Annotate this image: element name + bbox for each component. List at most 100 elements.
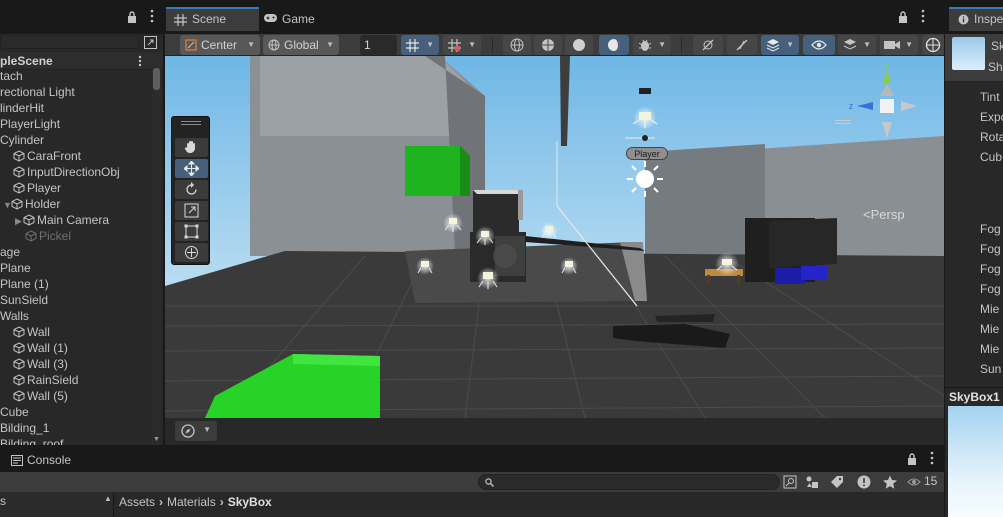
hierarchy-item[interactable]: rectional Light [0, 84, 151, 100]
pivot-label: Center [201, 38, 238, 52]
increment-snap-button[interactable]: ▼ [443, 35, 481, 55]
hierarchy-item-label: tach [0, 69, 23, 83]
hand-tool-button[interactable] [175, 138, 208, 157]
hierarchy-item-label: Cube [0, 405, 29, 419]
warning-icon[interactable] [856, 474, 872, 490]
kebab-menu-icon[interactable] [920, 9, 926, 23]
kebab-menu-icon[interactable] [149, 9, 155, 23]
scene-name: pleScene [0, 54, 53, 68]
grid-snap-icon [406, 39, 419, 52]
hierarchy-item-label: Player [27, 181, 62, 195]
lit-shading-button[interactable] [599, 35, 629, 55]
wireframe-shading-button[interactable] [503, 35, 531, 55]
shaded-wireframe-button[interactable] [534, 35, 562, 55]
hierarchy-item[interactable]: Cube [0, 404, 151, 420]
scene-view-panel: Scene Game Center ▼ Global ▼ 1 ▼ ▼ ▼ ▼ ▼… [165, 0, 944, 445]
camera-settings-button[interactable]: ▼ [880, 35, 918, 55]
transform-tool-button[interactable] [175, 243, 208, 262]
perspective-label[interactable]: <Persp [863, 207, 905, 222]
hierarchy-item[interactable]: Cylinder [0, 132, 151, 148]
chevron-down-icon: ▼ [203, 425, 211, 434]
star-icon[interactable] [882, 474, 898, 490]
skybox-preview[interactable] [948, 406, 1003, 517]
lock-icon[interactable] [898, 11, 908, 23]
chevron-down-icon: ▼ [468, 40, 476, 49]
2d-toggle-button[interactable] [693, 35, 723, 55]
hierarchy-scrollbar[interactable]: ▼ [152, 68, 161, 445]
navigation-dropdown[interactable]: ▼ [175, 421, 217, 441]
hierarchy-item[interactable]: Plane [0, 260, 151, 276]
tab-scene[interactable]: Scene [166, 7, 259, 31]
gizmo-globe-icon [925, 37, 941, 53]
hierarchy-item[interactable]: age [0, 244, 151, 260]
hierarchy-search-input[interactable] [0, 35, 139, 49]
scene-visibility-button[interactable] [803, 35, 835, 55]
hierarchy-item[interactable]: Player [0, 180, 151, 196]
hierarchy-item[interactable]: RainSield [0, 372, 151, 388]
search-by-type-icon[interactable] [782, 474, 798, 490]
hierarchy-item[interactable]: ▼ Holder [0, 196, 151, 212]
hierarchy-item[interactable]: SunSield [0, 292, 151, 308]
debug-draw-button[interactable]: ▼ [633, 35, 671, 55]
hierarchy-item[interactable]: Plane (1) [0, 276, 151, 292]
effects-toggle-button[interactable]: ▼ [761, 35, 799, 55]
add-object-icon[interactable] [144, 36, 157, 49]
gizmos-button[interactable] [922, 35, 944, 55]
hierarchy-item[interactable]: Wall [0, 324, 151, 340]
space-dropdown[interactable]: Global ▼ [263, 35, 339, 55]
collapse-arrow-icon[interactable]: ▼ [3, 197, 12, 213]
tab-inspector[interactable]: Inspe [949, 7, 1003, 31]
folder-label[interactable]: s [0, 494, 6, 508]
property-label: Fog [980, 262, 1001, 276]
hierarchy-item[interactable]: tach [0, 68, 151, 84]
hierarchy-item[interactable]: Wall (3) [0, 356, 151, 372]
expand-arrow-icon[interactable]: ▶ [15, 213, 23, 229]
project-search-input[interactable] [478, 474, 780, 490]
tag-icon[interactable] [829, 474, 845, 490]
breadcrumb-item[interactable]: Materials [167, 495, 216, 509]
hierarchy-item[interactable]: CaraFront [0, 148, 151, 164]
hierarchy-item[interactable]: Bilding_1 [0, 420, 151, 436]
material-name: Sk [991, 39, 1003, 53]
tab-console[interactable]: Console [0, 449, 90, 472]
hierarchy-item[interactable]: Wall (1) [0, 340, 151, 356]
snap-value-input[interactable]: 1 [360, 35, 397, 55]
pivot-icon [185, 39, 197, 51]
scene-viewport[interactable]: y z Player <Persp [165, 56, 944, 418]
rotate-tool-button[interactable] [175, 180, 208, 199]
chevron-down-icon: ▼ [658, 40, 666, 49]
hidden-packages-icon[interactable] [907, 474, 921, 490]
scene-render[interactable]: y z [165, 56, 944, 418]
breadcrumb-item[interactable]: Assets [119, 495, 155, 509]
lock-icon[interactable] [907, 453, 917, 465]
hierarchy-item[interactable]: ▶ Main Camera [0, 212, 151, 228]
overlay-grip[interactable] [181, 121, 201, 125]
wireframe-sphere-icon [510, 38, 524, 52]
kebab-menu-icon[interactable] [929, 451, 935, 465]
hierarchy-item-label: Holder [25, 197, 61, 211]
unlit-shading-button[interactable] [565, 35, 593, 55]
sun-gizmo[interactable] [627, 161, 663, 197]
hierarchy-item[interactable]: InputDirectionObj [0, 164, 151, 180]
hierarchy-item[interactable]: Walls [0, 308, 151, 324]
scene-kebab-icon[interactable] [137, 55, 143, 67]
chevron-up-icon[interactable]: ▲ [104, 494, 112, 503]
hierarchy-item[interactable]: Pickel [0, 228, 151, 244]
pivot-dropdown[interactable]: Center ▼ [180, 35, 260, 55]
move-tool-button[interactable] [175, 159, 208, 178]
hierarchy-item[interactable]: linderHit [0, 100, 151, 116]
gizmo-drag-handle[interactable] [835, 120, 851, 124]
hierarchy-item[interactable]: Wall (5) [0, 388, 151, 404]
filter-by-type-icon[interactable] [804, 474, 820, 490]
rect-tool-button[interactable] [175, 222, 208, 241]
grid-snap-button[interactable]: ▼ [401, 35, 439, 55]
hierarchy-item[interactable]: PlayerLight [0, 116, 151, 132]
lock-icon[interactable] [127, 11, 137, 23]
lighting-toggle-button[interactable] [727, 35, 757, 55]
breadcrumb-item[interactable]: SkyBox [228, 495, 272, 509]
scroll-down-icon[interactable]: ▼ [152, 436, 161, 443]
layers-button[interactable]: ▼ [838, 35, 876, 55]
tab-game[interactable]: Game [256, 7, 336, 31]
scrollbar-thumb[interactable] [153, 68, 160, 90]
scale-tool-button[interactable] [175, 201, 208, 220]
